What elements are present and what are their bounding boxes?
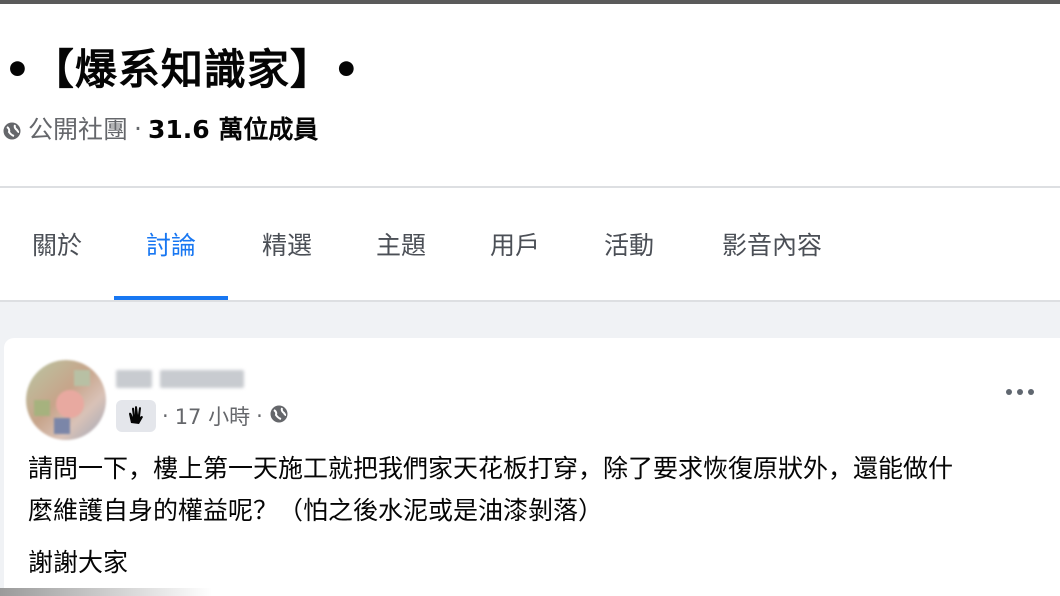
post-card: · 17 小時 · 請問一下，樓上第一天施工就把我們家天花板打穿，除了要求恢復原…: [4, 338, 1060, 590]
post-text-line: 請問一下，樓上第一天施工就把我們家天花板打穿，除了要求恢復原狀外，還能做什: [28, 454, 954, 483]
public-globe-icon: [269, 404, 289, 429]
post-text-line: 謝謝大家: [28, 548, 129, 577]
post-timestamp[interactable]: 17 小時: [175, 401, 250, 431]
group-tabs: 關於 討論 精選 主題 用戶 活動 影音內容: [0, 188, 1060, 300]
more-options-button[interactable]: [998, 380, 1042, 404]
redacted-name-part: [116, 370, 152, 388]
more-options-icon: [1028, 389, 1034, 395]
tab-featured-label: 精選: [261, 231, 312, 260]
post-meta: · 17 小時 ·: [116, 398, 289, 434]
tab-discussion-label: 討論: [145, 231, 196, 260]
group-title[interactable]: •【爆系知識家】•: [4, 36, 361, 97]
tab-events-label: 活動: [603, 231, 654, 260]
avatar[interactable]: [26, 360, 106, 440]
tab-discussion[interactable]: 討論: [114, 188, 228, 300]
meta-separator: ·: [134, 113, 142, 143]
redacted-name-part: [160, 370, 244, 388]
bottom-edge: [0, 588, 1060, 596]
avatar-pixel: [54, 418, 70, 434]
tab-events[interactable]: 活動: [600, 188, 658, 300]
globe-icon: [2, 118, 22, 140]
group-meta: 公開社團 · 31.6 萬位成員: [2, 112, 318, 144]
group-header: •【爆系知識家】• 公開社團 · 31.6 萬位成員: [0, 4, 1060, 189]
more-options-icon: [1006, 389, 1012, 395]
tab-topics-label: 主題: [375, 231, 426, 260]
group-privacy: 公開社團: [28, 115, 129, 144]
meta-dot: ·: [162, 404, 169, 428]
tab-members[interactable]: 用戶: [486, 188, 544, 300]
avatar-pixel: [34, 400, 50, 416]
meta-dot: ·: [256, 404, 263, 428]
more-options-icon: [1017, 389, 1023, 395]
tab-about[interactable]: 關於: [28, 188, 86, 300]
tab-members-label: 用戶: [489, 231, 540, 260]
tab-media[interactable]: 影音內容: [714, 188, 830, 300]
tab-media-label: 影音內容: [721, 231, 822, 260]
post-body: 請問一下，樓上第一天施工就把我們家天花板打穿，除了要求恢復原狀外，還能做什 麼維…: [28, 448, 1058, 584]
tab-about-label: 關於: [31, 231, 82, 260]
post-text-line: 麼維護自身的權益呢？（怕之後水泥或是油漆剝落）: [28, 496, 604, 525]
avatar-pixel: [74, 370, 90, 386]
tab-featured[interactable]: 精選: [258, 188, 316, 300]
member-count[interactable]: 31.6 萬位成員: [148, 110, 318, 146]
new-member-wave-icon: [116, 400, 156, 432]
tab-topics[interactable]: 主題: [372, 188, 430, 300]
author-name-blurred[interactable]: [116, 366, 244, 392]
